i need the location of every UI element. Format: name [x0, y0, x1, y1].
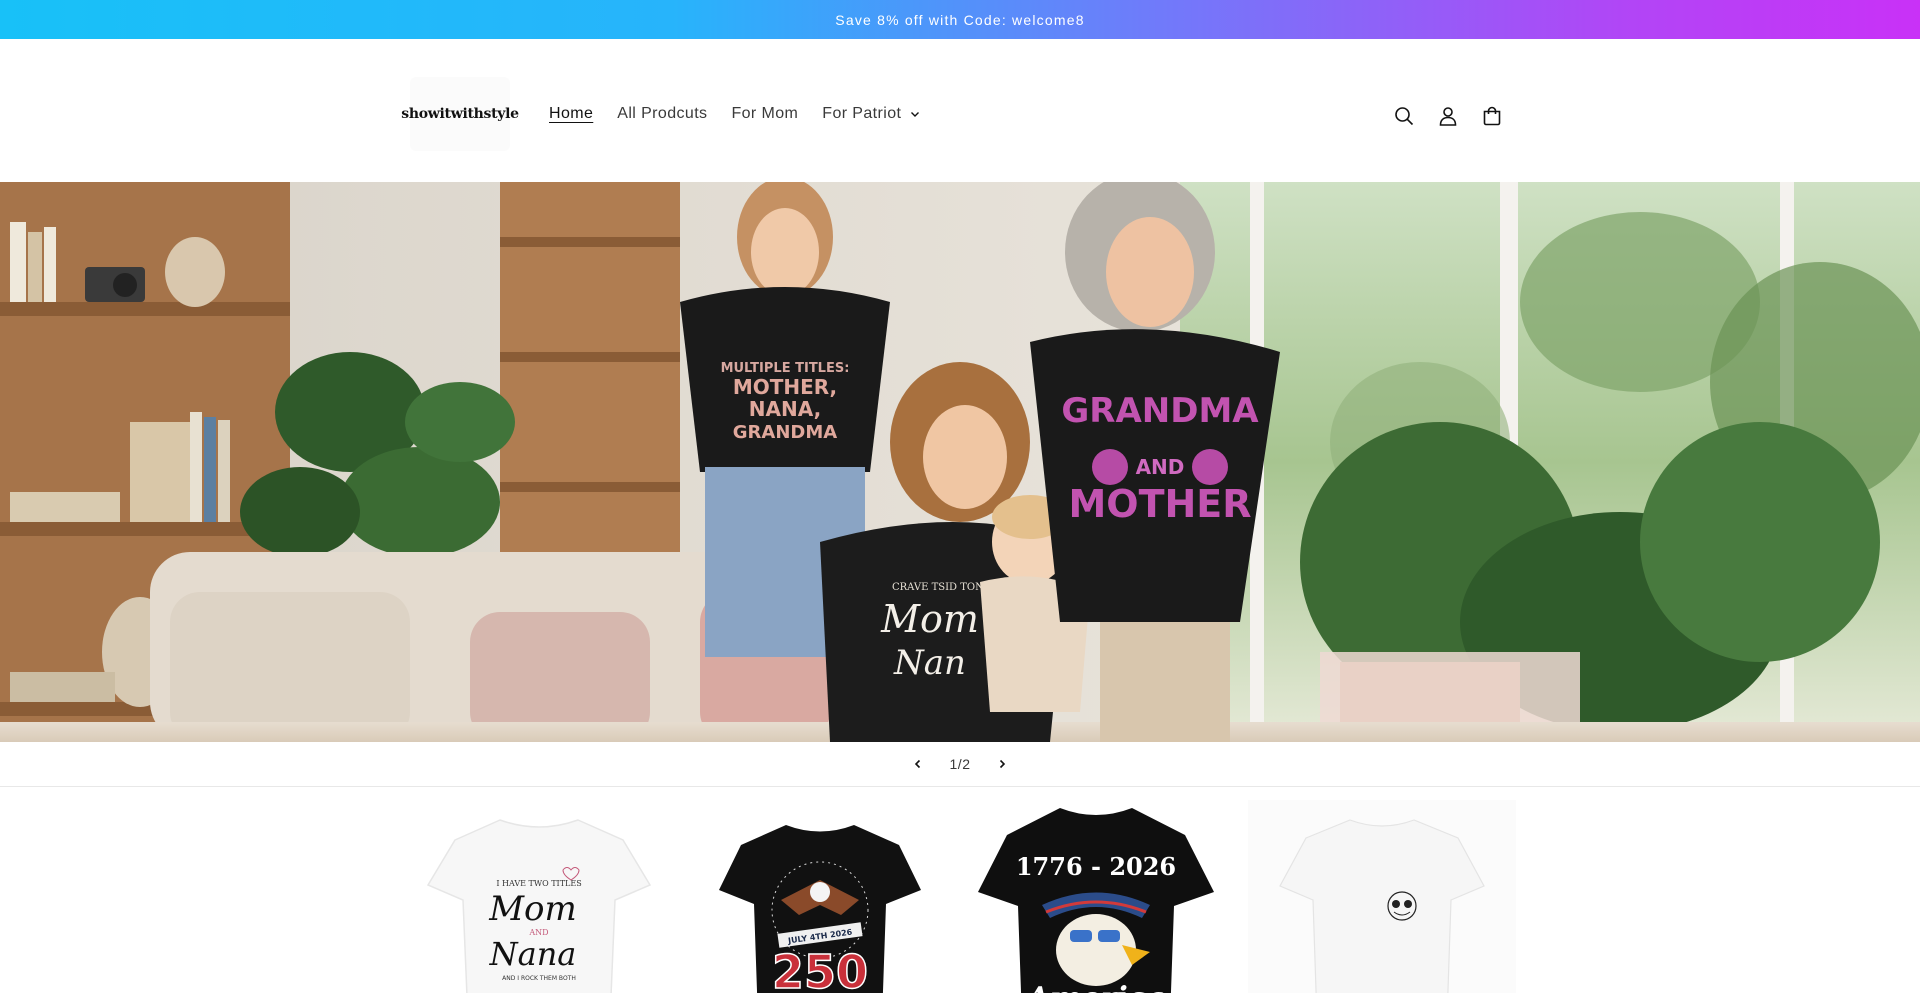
announcement-text: Save 8% off with Code: welcome8: [835, 11, 1085, 28]
account-icon: [1439, 107, 1457, 126]
product-card[interactable]: 1776 - 2026 America: [962, 800, 1230, 993]
product-card[interactable]: JULY 4TH 2026 250: [686, 800, 954, 993]
product-image: JULY 4TH 2026 250: [686, 800, 954, 993]
slide-counter: 1/2: [949, 756, 971, 772]
cart-button[interactable]: [1478, 102, 1506, 130]
product-1-text-5: AND I ROCK THEM BOTH: [502, 975, 576, 982]
site-header: showitwithstyle Home All Prodcuts For Mo…: [0, 39, 1920, 182]
previous-slide-button[interactable]: [896, 742, 940, 786]
nav-home-label: Home: [549, 105, 594, 122]
logo[interactable]: showitwithstyle: [401, 77, 519, 151]
product-1-text-1: I HAVE TWO TITLES: [496, 879, 581, 888]
logo-text: showitwithstyle: [401, 106, 519, 122]
nav-home[interactable]: Home: [549, 105, 593, 123]
slideshow-controls: 1/2: [0, 742, 1920, 787]
product-image: [1248, 800, 1516, 993]
hero-shirt-left-line4: GRANDMA: [733, 422, 837, 443]
account-button[interactable]: [1434, 102, 1462, 130]
product-1-text-4: Nana: [489, 935, 577, 973]
nav-all-products-label: All Prodcuts: [617, 105, 708, 122]
hero-shirt-left-line3: NANA,: [749, 397, 821, 421]
nav-for-mom[interactable]: For Mom: [731, 105, 798, 123]
cart-icon: [1483, 106, 1501, 126]
announcement-bar: Save 8% off with Code: welcome8: [0, 0, 1920, 39]
header-icons: [1390, 102, 1522, 130]
nav-all-products[interactable]: All Prodcuts: [617, 105, 707, 123]
hero-image: MULTIPLE TITLES: MOTHER, NANA, GRANDMA C…: [0, 182, 1920, 742]
hero-slideshow[interactable]: MULTIPLE TITLES: MOTHER, NANA, GRANDMA C…: [0, 182, 1920, 742]
product-image: 1776 - 2026 America: [962, 800, 1230, 993]
product-3-text-1: 1776 - 2026: [1016, 852, 1176, 881]
product-3-text-2: America: [1023, 981, 1165, 993]
next-slide-button[interactable]: [980, 742, 1024, 786]
search-button[interactable]: [1390, 102, 1418, 130]
hero-shirt-right-line3: MOTHER: [1068, 482, 1251, 526]
main-nav: Home All Prodcuts For Mom For Patriot: [549, 105, 945, 123]
product-2-text-2: 250: [772, 945, 868, 993]
hero-shirt-right-line1: GRANDMA: [1061, 391, 1259, 431]
hero-shirt-left-line1: MULTIPLE TITLES:: [721, 361, 850, 376]
nav-for-patriot-label: For Patriot: [822, 105, 902, 122]
search-icon: [1395, 107, 1414, 126]
product-grid: I HAVE TWO TITLES Mom AND Nana AND I ROC…: [0, 800, 1920, 993]
product-image: I HAVE TWO TITLES Mom AND Nana AND I ROC…: [405, 800, 673, 993]
product-1-text-2: Mom: [488, 889, 577, 929]
nav-for-patriot[interactable]: For Patriot: [822, 105, 921, 123]
product-card[interactable]: I HAVE TWO TITLES Mom AND Nana AND I ROC…: [405, 800, 673, 993]
chevron-down-icon: [911, 112, 920, 117]
hero-shirt-left-line2: MOTHER,: [733, 375, 837, 399]
chevron-right-icon: [999, 759, 1006, 769]
hero-shirt-center-line3: Nan: [893, 643, 966, 683]
product-card[interactable]: [1248, 800, 1516, 993]
hero-shirt-center-line2: Mom: [880, 597, 979, 641]
nav-for-mom-label: For Mom: [731, 105, 799, 122]
hero-shirt-right-line2: AND: [1136, 455, 1185, 479]
chevron-left-icon: [914, 759, 921, 769]
